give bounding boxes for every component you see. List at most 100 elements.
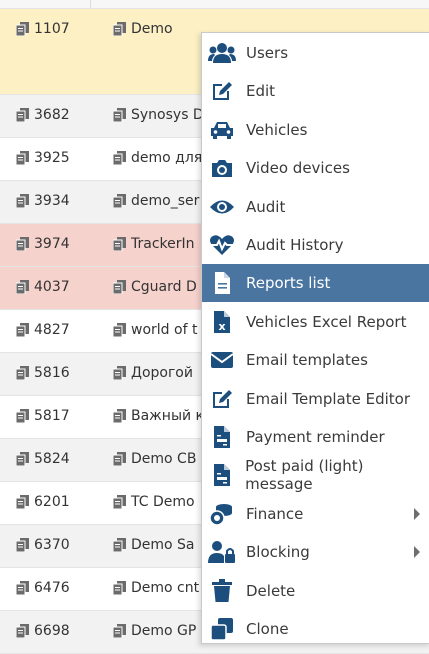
name-cell[interactable]: Дорогой bbox=[113, 365, 193, 381]
copy-icon[interactable] bbox=[113, 151, 126, 165]
copy-icon[interactable] bbox=[16, 538, 29, 552]
copy-icon[interactable] bbox=[16, 366, 29, 380]
excel-icon: x bbox=[208, 308, 236, 336]
name-cell[interactable]: TC Demo bbox=[113, 494, 195, 510]
copy-icon[interactable] bbox=[113, 581, 126, 595]
menu-item-label: Vehicles Excel Report bbox=[246, 312, 407, 331]
copy-icon[interactable] bbox=[16, 280, 29, 294]
menu-item-label: Payment reminder bbox=[246, 428, 385, 446]
copy-icon[interactable] bbox=[113, 538, 126, 552]
copy-icon[interactable] bbox=[16, 495, 29, 509]
invoice-icon bbox=[208, 423, 236, 451]
menu-item-video-devices[interactable]: Video devices bbox=[202, 149, 429, 187]
copy-icon[interactable] bbox=[113, 323, 126, 337]
copy-icon[interactable] bbox=[113, 22, 126, 36]
row-id: 3925 bbox=[34, 150, 70, 166]
copy-icon[interactable] bbox=[113, 409, 126, 423]
copy-icon[interactable] bbox=[16, 151, 29, 165]
copy-icon[interactable] bbox=[113, 624, 126, 638]
context-menu: Users Edit Vehicles Video devices Audit Audit… bbox=[201, 32, 429, 644]
menu-item-vehicles[interactable]: Vehicles bbox=[202, 111, 429, 149]
menu-item-label: Email templates bbox=[246, 351, 368, 370]
id-cell[interactable]: 6201 bbox=[16, 494, 70, 510]
copy-icon[interactable] bbox=[16, 237, 29, 251]
row-id: 3974 bbox=[34, 236, 70, 252]
copy-icon[interactable] bbox=[16, 452, 29, 466]
file-icon bbox=[208, 269, 236, 297]
copy-icon[interactable] bbox=[113, 108, 126, 122]
menu-item-finance[interactable]: Finance bbox=[202, 495, 429, 533]
menu-item-email-template-editor[interactable]: Email Template Editor bbox=[202, 380, 429, 418]
row-id: 6698 bbox=[34, 623, 70, 639]
name-cell[interactable]: Synosys D bbox=[113, 107, 204, 123]
menu-item-reports-list[interactable]: Reports list bbox=[202, 264, 429, 303]
edit-icon bbox=[208, 385, 236, 413]
id-cell[interactable]: 3682 bbox=[16, 107, 70, 123]
menu-item-label: Users bbox=[246, 44, 289, 62]
id-cell[interactable]: 5817 bbox=[16, 408, 70, 424]
menu-item-label: Audit History bbox=[246, 236, 344, 254]
clone-icon bbox=[208, 615, 236, 643]
invoice-icon bbox=[208, 461, 235, 489]
menu-item-clone[interactable]: Clone bbox=[202, 610, 429, 648]
name-cell[interactable]: TrackerIn bbox=[113, 236, 195, 252]
copy-icon[interactable] bbox=[16, 409, 29, 423]
copy-icon[interactable] bbox=[16, 323, 29, 337]
copy-icon[interactable] bbox=[113, 280, 126, 294]
id-cell[interactable]: 6370 bbox=[16, 537, 70, 553]
coins-icon bbox=[208, 500, 236, 528]
name-cell[interactable]: Demo cnt bbox=[113, 580, 199, 596]
id-cell[interactable]: 3974 bbox=[16, 236, 70, 252]
name-cell[interactable]: demo_ser bbox=[113, 193, 199, 209]
copy-icon[interactable] bbox=[113, 495, 126, 509]
id-cell[interactable]: 4037 bbox=[16, 279, 70, 295]
id-cell[interactable]: 4827 bbox=[16, 322, 70, 338]
copy-icon[interactable] bbox=[16, 581, 29, 595]
copy-icon[interactable] bbox=[113, 194, 126, 208]
copy-icon[interactable] bbox=[113, 237, 126, 251]
copy-icon[interactable] bbox=[113, 452, 126, 466]
copy-icon[interactable] bbox=[16, 22, 29, 36]
user-lock-icon bbox=[208, 538, 236, 566]
copy-icon[interactable] bbox=[113, 366, 126, 380]
name-cell[interactable]: Demo GP bbox=[113, 623, 196, 639]
row-id: 4827 bbox=[34, 322, 70, 338]
id-cell[interactable]: 3925 bbox=[16, 150, 70, 166]
row-id: 6201 bbox=[34, 494, 70, 510]
name-cell[interactable]: world of t bbox=[113, 322, 197, 338]
menu-item-users[interactable]: Users bbox=[202, 34, 429, 72]
id-cell[interactable]: 3934 bbox=[16, 193, 70, 209]
menu-item-edit[interactable]: Edit bbox=[202, 72, 429, 110]
name-cell[interactable]: Demo Sa bbox=[113, 537, 195, 553]
menu-item-label: Video devices bbox=[246, 159, 350, 178]
menu-item-label: Post paid (light) message bbox=[245, 457, 364, 494]
id-cell[interactable]: 5816 bbox=[16, 365, 70, 381]
copy-icon[interactable] bbox=[16, 108, 29, 122]
menu-item-audit[interactable]: Audit bbox=[202, 188, 429, 226]
copy-icon[interactable] bbox=[16, 194, 29, 208]
id-cell[interactable]: 6476 bbox=[16, 580, 70, 596]
menu-item-delete[interactable]: Delete bbox=[202, 572, 429, 610]
name-cell[interactable]: Demo bbox=[113, 21, 173, 37]
name-cell[interactable]: demo для bbox=[113, 150, 202, 166]
car-icon bbox=[208, 116, 236, 144]
eye-icon bbox=[208, 193, 236, 221]
menu-item-post-paid-light-message[interactable]: Post paid (light) message bbox=[202, 456, 429, 494]
id-cell[interactable]: 5824 bbox=[16, 451, 70, 467]
name-cell[interactable]: Demo CB bbox=[113, 451, 196, 467]
name-cell[interactable]: Cguard D bbox=[113, 279, 197, 295]
copy-icon[interactable] bbox=[16, 624, 29, 638]
name-cell[interactable]: Важный к bbox=[113, 408, 204, 424]
menu-item-label: Blocking bbox=[246, 543, 310, 562]
users-icon bbox=[208, 39, 236, 67]
menu-item-vehicles-excel-report[interactable]: x Vehicles Excel Report bbox=[202, 303, 429, 341]
id-cell[interactable]: 6698 bbox=[16, 623, 70, 639]
row-name: Важный к bbox=[131, 408, 205, 424]
menu-item-email-templates[interactable]: Email templates bbox=[202, 341, 429, 379]
menu-item-label: Finance bbox=[246, 504, 304, 523]
menu-item-blocking[interactable]: Blocking bbox=[202, 533, 429, 571]
id-cell[interactable]: 1107 bbox=[16, 21, 70, 37]
menu-item-audit-history[interactable]: Audit History bbox=[202, 226, 429, 264]
menu-item-payment-reminder[interactable]: Payment reminder bbox=[202, 418, 429, 456]
row-name: Дорогой bbox=[131, 365, 193, 381]
